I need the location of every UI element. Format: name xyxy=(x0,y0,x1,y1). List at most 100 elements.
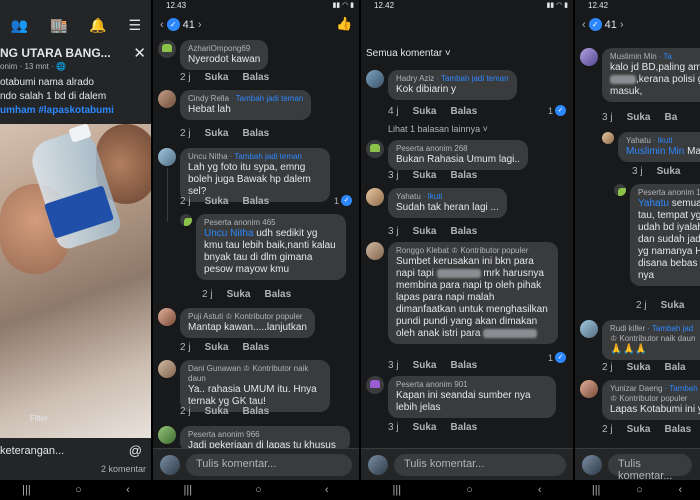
commenter-name[interactable]: Yahatu xyxy=(396,192,421,201)
comment-reactions[interactable]: 1 ✓ xyxy=(548,105,566,116)
reply-link[interactable]: Balas xyxy=(450,360,477,371)
comment-input[interactable]: Tulis komentar... xyxy=(186,454,352,476)
reply-link[interactable]: Balas xyxy=(242,196,269,207)
avatar[interactable] xyxy=(366,70,384,88)
reaction-summary[interactable]: ‹ ✓ 41 › xyxy=(160,18,202,31)
commenter-name[interactable]: Uncu Nitha xyxy=(188,152,228,161)
notifications-icon[interactable]: 🔔 xyxy=(89,17,106,34)
like-link[interactable]: Suka xyxy=(627,362,651,373)
menu-icon[interactable]: ☰ xyxy=(129,17,142,34)
mention-link[interactable]: Muslimin Min xyxy=(626,146,684,157)
back-button[interactable]: ‹ xyxy=(126,484,130,496)
like-link[interactable]: Suka xyxy=(205,128,229,139)
commenter-name[interactable]: Muslimin Min xyxy=(610,52,657,61)
comment-bubble[interactable]: Dani Gunawan ♔ Kontributor naik daun Ya..… xyxy=(180,360,330,412)
commenter-name[interactable]: Peserta anonim 901 xyxy=(396,380,548,390)
post-title[interactable]: NG UTARA BANG... xyxy=(0,46,111,60)
mention-icon[interactable]: @ xyxy=(129,443,142,458)
comment-input[interactable]: Tulis komentar... xyxy=(608,454,692,482)
like-link[interactable]: Suka xyxy=(205,196,229,207)
mention-link[interactable]: Uncu Nitha xyxy=(204,228,253,239)
comment-input[interactable]: Tulis komentar... xyxy=(394,454,566,476)
mention-link[interactable]: Yahatu xyxy=(638,198,669,209)
back-chevron-icon[interactable]: ‹ xyxy=(582,19,586,31)
avatar[interactable] xyxy=(366,376,384,394)
avatar[interactable] xyxy=(158,426,176,444)
like-link[interactable]: Suka xyxy=(205,72,229,83)
like-link[interactable]: Suka xyxy=(227,289,251,300)
avatar[interactable] xyxy=(602,132,614,144)
avatar[interactable] xyxy=(158,360,176,378)
hashtags[interactable]: umham #lapaskotabumi xyxy=(0,104,114,118)
comment-bubble[interactable]: Cindy Rella · Tambah jadi teman Hebat lah xyxy=(180,90,312,120)
reply-link[interactable]: Balas xyxy=(264,289,291,300)
commenter-name[interactable]: Cindy Rella xyxy=(188,94,229,103)
reaction-summary[interactable]: ‹ ✓ 41 › xyxy=(582,18,624,31)
avatar[interactable] xyxy=(580,380,598,398)
like-link[interactable]: Suka xyxy=(657,166,681,177)
reply-link[interactable]: Balas xyxy=(242,406,269,417)
comment-bubble[interactable]: Peserta anonim 17 Yahatu semua tau, temp… xyxy=(630,184,700,286)
comment-bubble[interactable]: Peserta anonim 465 Uncu Nitha udh sediki… xyxy=(196,214,346,280)
comment-bubble[interactable]: Peserta anonim 901 Kapan ini seandai sum… xyxy=(388,376,556,418)
add-friend-link[interactable]: · Tambah jadi teman xyxy=(231,94,303,103)
add-friend-link[interactable]: · Tambah jad xyxy=(647,324,693,333)
back-button[interactable]: ‹ xyxy=(325,484,329,496)
follow-link[interactable]: · Ikuti xyxy=(423,192,443,201)
commenter-name[interactable]: Rudi killer xyxy=(610,324,645,333)
recents-button[interactable]: ||| xyxy=(22,484,31,496)
like-link[interactable]: Suka xyxy=(413,422,437,433)
reply-link[interactable]: Balas xyxy=(242,342,269,353)
commenter-name[interactable]: Yahatu xyxy=(626,136,651,145)
recents-button[interactable]: ||| xyxy=(592,484,601,496)
comment-bubble[interactable]: Yahatu · Ikuti Sudah tak heran lagi ... xyxy=(388,188,507,218)
comment-bubble[interactable]: Ronggo Klebat ♔ Kontributor populer Sumbe… xyxy=(388,242,558,344)
back-button[interactable]: ‹ xyxy=(538,484,542,496)
like-link[interactable]: Suka xyxy=(413,226,437,237)
comment-sort-dropdown[interactable]: Semua komentar ˅ xyxy=(366,48,451,59)
caption-input[interactable]: keterangan... xyxy=(0,445,64,457)
comment-reactions[interactable]: 1 ✓ xyxy=(334,195,352,206)
avatar[interactable] xyxy=(180,214,192,226)
home-button[interactable]: ○ xyxy=(255,484,262,496)
avatar[interactable] xyxy=(158,148,176,166)
comment-bubble[interactable]: Uncu Nitha · Tambah jadi teman Lah yg fot… xyxy=(180,148,330,202)
friends-icon[interactable]: 👥 xyxy=(11,17,28,34)
filter-label[interactable]: Filter xyxy=(30,414,48,423)
reply-link[interactable]: Balas xyxy=(450,106,477,117)
avatar[interactable] xyxy=(158,90,176,108)
like-link[interactable]: Suka xyxy=(627,112,651,123)
add-friend-link[interactable]: · Tambah jadi teman xyxy=(436,74,508,83)
like-link[interactable]: Suka xyxy=(627,424,651,435)
add-friend-link[interactable]: · Ta xyxy=(659,52,672,61)
home-button[interactable]: ○ xyxy=(466,484,473,496)
reply-link[interactable]: Balas xyxy=(450,422,477,433)
reply-link[interactable]: Balas xyxy=(242,128,269,139)
commenter-name[interactable]: Peserta anonim 966 xyxy=(188,430,342,440)
comment-bubble[interactable]: Puji Astuti ♔ Kontributor populer Mantap … xyxy=(180,308,315,338)
back-button[interactable]: ‹ xyxy=(678,484,682,496)
add-friend-link[interactable]: · Tambah xyxy=(664,384,697,393)
home-button[interactable]: ○ xyxy=(75,484,82,496)
view-more-replies[interactable]: Lihat 1 balasan lainnya ˅ xyxy=(388,124,488,134)
avatar[interactable] xyxy=(614,184,626,196)
comment-bubble[interactable]: Hadry Aziz · Tambah jadi teman Kok dibiar… xyxy=(388,70,517,100)
recents-button[interactable]: ||| xyxy=(184,484,193,496)
reply-link[interactable]: Ba xyxy=(664,112,677,123)
commenter-name[interactable]: Peserta anonim 268 xyxy=(396,144,520,154)
like-link[interactable]: Suka xyxy=(205,406,229,417)
avatar[interactable] xyxy=(158,40,176,58)
comment-reactions[interactable]: 1 ✓ xyxy=(548,352,566,363)
comment-count[interactable]: 2 komentar xyxy=(101,464,146,474)
like-link[interactable]: Suka xyxy=(205,342,229,353)
comment-bubble[interactable]: Yunizar Daeng · Tambah ♔ Kontributor popu… xyxy=(602,380,700,420)
marketplace-icon[interactable]: 🏬 xyxy=(50,17,67,34)
comment-bubble[interactable]: AzhariOmpong69 Nyerodot kawan xyxy=(180,40,269,70)
thumb-up-icon[interactable]: 👍 xyxy=(336,16,352,32)
comment-bubble[interactable]: Rudi killer · Tambah jad ♔ Kontributor na… xyxy=(602,320,700,360)
commenter-name[interactable]: Yunizar Daeng xyxy=(610,384,662,393)
add-friend-link[interactable]: · Tambah jadi teman xyxy=(230,152,302,161)
recents-button[interactable]: ||| xyxy=(393,484,402,496)
comment-bubble[interactable]: Muslimin Min· Ta kalo jd BD,paling amar … xyxy=(602,48,700,102)
reply-link[interactable]: Balas xyxy=(242,72,269,83)
